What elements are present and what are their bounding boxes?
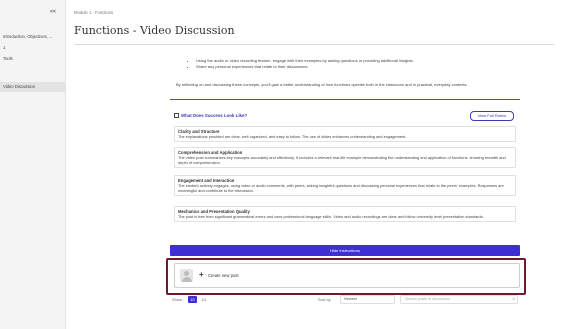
create-post-highlight: + Create new post xyxy=(166,258,526,295)
search-icon[interactable]: ⌕ xyxy=(512,296,515,303)
collapse-sidebar-button[interactable]: << xyxy=(50,9,56,15)
criterion-text: The explanations provided are clear, wel… xyxy=(178,134,407,139)
sidebar: << Introduction, Objectives, ... 1 Tools… xyxy=(0,0,66,329)
hide-instructions-button[interactable]: Hide Instructions xyxy=(170,245,520,256)
criterion-card: Mechanics and Presentation Quality The p… xyxy=(174,206,516,222)
show-label: Show xyxy=(172,297,183,302)
sidebar-item-tools[interactable]: Tools xyxy=(0,54,66,64)
intro-paragraph: By reflecting on and discussing these co… xyxy=(176,82,468,87)
criterion-card: Comprehension and Application The video … xyxy=(174,147,516,168)
sort-select-value: Newest xyxy=(344,297,357,301)
intro-bullet-list: Using the audio or video recording featu… xyxy=(196,58,414,70)
sidebar-item-introduction[interactable]: Introduction, Objectives, ... xyxy=(0,32,66,42)
page-indicator: 1/1 xyxy=(201,297,207,302)
success-criteria-section: What Does Success Look Like? View Full R… xyxy=(170,110,520,242)
avatar-body xyxy=(181,277,192,282)
criterion-text: The post is free from significant gramma… xyxy=(178,214,484,219)
page-size-select[interactable]: 10 xyxy=(188,296,197,303)
plus-icon[interactable]: + xyxy=(199,271,204,279)
create-post-label[interactable]: Create new post xyxy=(208,273,239,278)
view-full-rubric-button[interactable]: View Full Rubric xyxy=(470,111,514,121)
page-title: Functions - Video Discussion xyxy=(74,24,235,37)
criterion-text: The video post summarizes key concepts a… xyxy=(178,155,506,165)
success-heading: What Does Success Look Like? xyxy=(174,113,247,118)
avatar xyxy=(180,269,193,282)
sidebar-item-1[interactable]: 1 xyxy=(0,43,66,53)
search-input[interactable]: Search posts in discussion ⌕ xyxy=(400,295,518,304)
criterion-card: Engagement and Interaction The student a… xyxy=(174,175,516,196)
sort-select[interactable]: Newest xyxy=(340,295,395,304)
create-post-box[interactable]: + Create new post xyxy=(174,263,520,288)
title-divider xyxy=(74,44,554,45)
instructions-intro: Using the audio or video recording featu… xyxy=(170,56,520,100)
intro-bullet: Share any personal experiences that rela… xyxy=(196,64,414,70)
rubric-icon xyxy=(174,113,179,118)
sort-label: Sort by xyxy=(318,297,331,302)
search-placeholder: Search posts in discussion xyxy=(405,297,450,301)
sidebar-item-video-discussion[interactable]: Video Discussion xyxy=(0,82,66,92)
criterion-text: The student actively engages, using vide… xyxy=(178,183,504,193)
avatar-head xyxy=(184,271,189,276)
criterion-card: Clarity and Structure The explanations p… xyxy=(174,126,516,142)
breadcrumb[interactable]: Module 1 - Functions xyxy=(74,10,113,15)
success-heading-text: What Does Success Look Like? xyxy=(181,113,248,118)
